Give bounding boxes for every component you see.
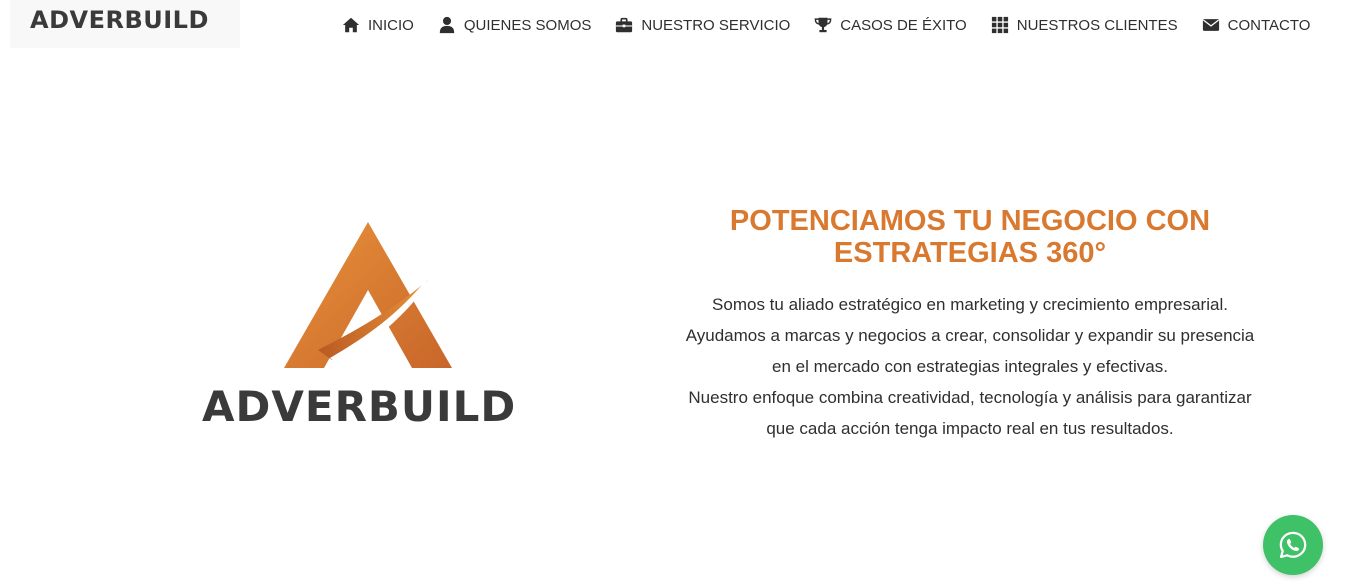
hero-description-line: Somos tu aliado estratégico en marketing… [712, 295, 1228, 314]
hero-description-line: en el mercado con estrategias integrales… [772, 357, 1168, 376]
brand-logo-text: ADVERBUILD [30, 6, 209, 34]
hero-description: Somos tu aliado estratégico en marketing… [660, 289, 1280, 444]
envelope-icon [1202, 16, 1220, 34]
hero-description-line: que cada acción tenga impacto real en tu… [766, 419, 1174, 438]
adverbuild-a-logo-mark [284, 222, 452, 368]
whatsapp-chat-button[interactable] [1263, 515, 1323, 575]
nav-item-casos-de-exito[interactable]: CASOS DE ÉXITO [814, 16, 967, 34]
home-icon [342, 16, 360, 34]
user-icon [438, 16, 456, 34]
nav-label: NUESTRO SERVICIO [641, 16, 791, 34]
grid-icon [991, 16, 1009, 34]
nav-item-quienes-somos[interactable]: QUIENES SOMOS [438, 16, 592, 34]
nav-item-nuestros-clientes[interactable]: NUESTROS CLIENTES [991, 16, 1178, 34]
hero-content: POTENCIAMOS TU NEGOCIO CON ESTRATEGIAS 3… [660, 205, 1280, 444]
briefcase-icon [615, 16, 633, 34]
main-nav: INICIO QUIENES SOMOS NUESTRO SERVICIO CA… [342, 12, 1310, 38]
site-header: ADVERBUILD INICIO QUIENES SOMOS NUESTRO … [0, 0, 1350, 50]
hero-logo: ADVERBUILD [200, 218, 535, 433]
nav-label: QUIENES SOMOS [463, 16, 592, 34]
nav-item-inicio[interactable]: INICIO [342, 16, 414, 34]
nav-label: CASOS DE ÉXITO [840, 16, 967, 34]
nav-label: INICIO [368, 16, 414, 34]
hero-title: POTENCIAMOS TU NEGOCIO CON ESTRATEGIAS 3… [729, 205, 1211, 269]
hero-description-line: Nuestro enfoque combina creatividad, tec… [688, 388, 1252, 407]
trophy-icon [814, 16, 832, 34]
nav-label: NUESTROS CLIENTES [1016, 16, 1178, 34]
nav-item-nuestro-servicio[interactable]: NUESTRO SERVICIO [615, 16, 790, 34]
brand-logo-link[interactable]: ADVERBUILD [10, 0, 240, 48]
hero-description-line: Ayudamos a marcas y negocios a crear, co… [685, 326, 1255, 345]
nav-label: CONTACTO [1227, 16, 1311, 34]
whatsapp-icon [1279, 531, 1307, 559]
hero-logo-wordmark: ADVERBUILD [202, 382, 517, 431]
nav-item-contacto[interactable]: CONTACTO [1202, 16, 1311, 34]
